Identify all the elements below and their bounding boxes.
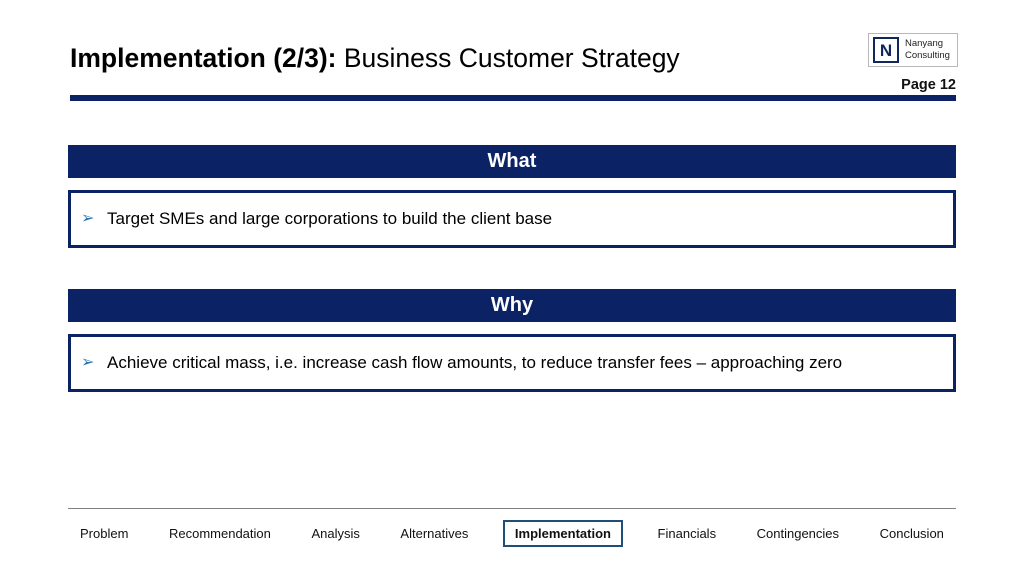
logo-wordmark-line1: Nanyang — [905, 38, 944, 49]
logo-wordmark: Nanyang Consulting — [905, 38, 950, 62]
arrow-bullet-icon: ➢ — [81, 354, 95, 371]
logo-wordmark-line2: Consulting — [905, 50, 950, 61]
bullet-item-label: Achieve critical mass, i.e. increase cas… — [107, 353, 843, 372]
page-title: Implementation (2/3): Business Customer … — [70, 40, 680, 76]
nav-item-contingencies[interactable]: Contingencies — [751, 522, 845, 545]
nav-item-implementation[interactable]: Implementation — [502, 519, 623, 547]
footer-divider — [68, 508, 956, 509]
section-header-what: What — [68, 145, 956, 178]
page-title-emphasis: Implementation (2/3): — [70, 43, 337, 73]
nav-item-problem[interactable]: Problem — [74, 522, 134, 545]
section-content-what: ➢ Target SMEs and large corporations to … — [68, 190, 956, 248]
nav-item-financials[interactable]: Financials — [652, 522, 723, 545]
logo-monogram-icon: N — [873, 37, 899, 63]
company-logo: N Nanyang Consulting — [868, 33, 958, 67]
page-number: Page 12 — [901, 77, 956, 93]
bullet-item: ➢ Target SMEs and large corporations to … — [71, 209, 953, 229]
nav-item-analysis[interactable]: Analysis — [305, 522, 365, 545]
section-content-why: ➢ Achieve critical mass, i.e. increase c… — [68, 334, 956, 392]
nav-item-recommendation[interactable]: Recommendation — [163, 522, 277, 545]
bullet-item-label: Target SMEs and large corporations to bu… — [107, 209, 553, 228]
section-header-why: Why — [68, 289, 956, 322]
bullet-item: ➢ Achieve critical mass, i.e. increase c… — [71, 353, 953, 373]
nav-item-conclusion[interactable]: Conclusion — [874, 522, 950, 545]
arrow-bullet-icon: ➢ — [81, 210, 95, 227]
title-underline-bar — [70, 95, 956, 101]
nav-item-alternatives[interactable]: Alternatives — [394, 522, 474, 545]
page-title-subtitle: Business Customer Strategy — [336, 43, 680, 73]
footer-navigation: Problem Recommendation Analysis Alternat… — [68, 517, 956, 549]
